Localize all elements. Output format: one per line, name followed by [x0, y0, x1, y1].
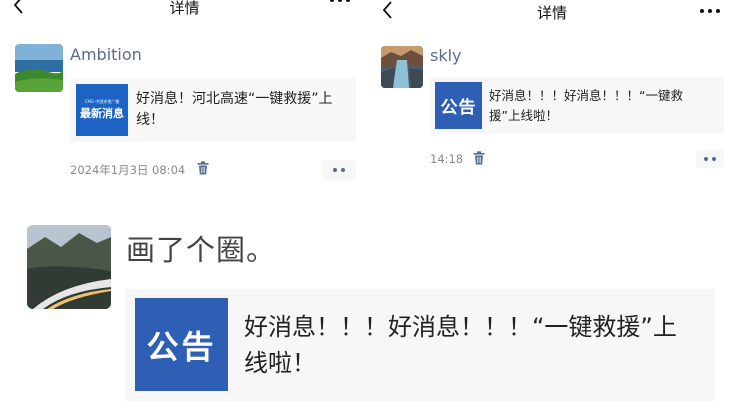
avatar-waterfall-image: [381, 46, 423, 88]
shared-link-card[interactable]: 公告 好消息！！！好消息！！！“一键救援”上线啦！: [125, 289, 715, 401]
right-moment-panel: 详情 skly 公告 好消息！！！好消息！！！“一键救援”上线啦！ 14:18: [369, 0, 735, 200]
avatar[interactable]: [15, 44, 63, 92]
trash-icon[interactable]: [196, 161, 210, 175]
dots-icon-second-dot: [341, 168, 345, 172]
avatar-mountain-highway-image: [27, 225, 111, 309]
page-title: 详情: [536, 4, 567, 22]
trash-icon[interactable]: [472, 151, 486, 165]
username[interactable]: skly: [430, 46, 462, 65]
dots-icon: [704, 157, 708, 161]
post-timestamp: 14:18: [430, 152, 464, 166]
post-caption: 画了个圈。: [126, 233, 277, 267]
avatar-landscape-image: [15, 44, 63, 92]
news-thumbnail: CMG 中国央视广播 最新消息: [76, 84, 128, 136]
comment-like-button[interactable]: [696, 150, 724, 168]
right-top-bar: 详情: [369, 0, 735, 26]
post-timestamp: 2024年1月3日 08:04: [70, 163, 186, 177]
thumbnail-headline: 最新消息: [80, 107, 124, 120]
username[interactable]: Ambition: [70, 45, 142, 64]
shared-link-title: 好消息！！！好消息！！！“一键救援”上线啦！: [244, 313, 677, 377]
more-icon[interactable]: [329, 0, 351, 3]
zoomed-moment-post: 画了个圈。 公告 好消息！！！好消息！！！“一键救援”上线啦！: [0, 200, 735, 413]
shared-link-title: 好消息！河北高速“一键救援”上线！: [136, 91, 333, 128]
shared-link-title: 好消息！！！好消息！！！“一键救援”上线啦！: [489, 88, 683, 123]
shared-link-card[interactable]: CMG 中国央视广播 最新消息 好消息！河北高速“一键救援”上线！: [70, 78, 356, 142]
dots-icon-second-dot: [712, 157, 716, 161]
notice-thumbnail: 公告: [135, 298, 228, 391]
left-moment-panel: 详情 Ambition CMG 中国央视广播 最新消息 好消息！河北高速“一键救…: [0, 0, 369, 200]
avatar[interactable]: [381, 46, 423, 88]
notice-thumbnail: 公告: [435, 82, 482, 129]
avatar[interactable]: [27, 225, 111, 309]
shared-link-card[interactable]: 公告 好消息！！！好消息！！！“一键救援”上线啦！: [430, 77, 724, 134]
left-top-bar: 详情: [0, 0, 369, 22]
dots-icon: [333, 168, 337, 172]
page-title: 详情: [169, 0, 200, 17]
more-icon[interactable]: [699, 8, 721, 14]
thumbnail-source-text: CMG 中国央视广播: [84, 99, 120, 104]
comment-like-button[interactable]: [322, 160, 356, 180]
